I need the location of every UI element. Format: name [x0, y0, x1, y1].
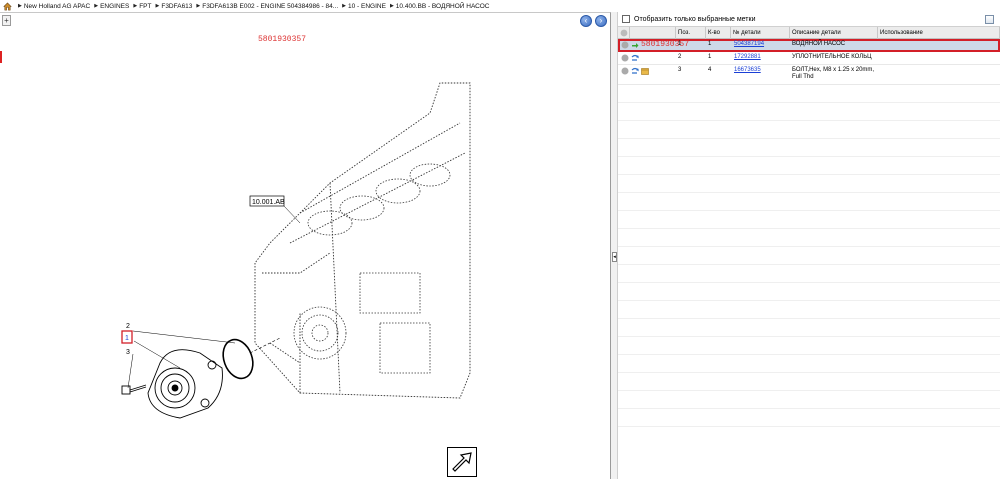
filter-bar: Отобразить только выбранные метки [618, 12, 1000, 27]
empty-row [618, 373, 1000, 391]
qty-cell: 4 [708, 67, 712, 73]
breadcrumb-item[interactable]: ▶ FPT [133, 3, 151, 10]
qty-cell: 1 [708, 41, 712, 47]
empty-row [618, 391, 1000, 409]
header-pos[interactable]: Поз. [676, 27, 706, 39]
header-icons [630, 27, 676, 39]
empty-row [618, 211, 1000, 229]
info-icon[interactable] [621, 54, 629, 62]
empty-row [618, 319, 1000, 337]
qty-cell: 1 [708, 54, 712, 60]
empty-row [618, 157, 1000, 175]
filter-label: Отобразить только выбранные метки [634, 15, 756, 23]
empty-row [618, 229, 1000, 247]
collapse-handle-icon[interactable]: ◂ [612, 252, 617, 262]
part-no-link[interactable]: 17292881 [734, 54, 761, 60]
empty-row [618, 103, 1000, 121]
home-icon[interactable] [3, 2, 12, 11]
callout-3: 3 [126, 349, 130, 356]
description-cell: УПЛОТНИТЕЛЬНОЕ КОЛЬЦ [792, 54, 872, 60]
highlight-part-number: 5801930357 [641, 40, 690, 49]
pos-cell: 3 [678, 67, 682, 73]
description-cell: ВОДЯНОЙ НАСОС [792, 41, 846, 47]
breadcrumb-label: F3DFA613B E002 - ENGINE 504384986 - 84..… [202, 2, 339, 10]
empty-row [618, 337, 1000, 355]
empty-row [618, 121, 1000, 139]
breadcrumb-label: FPT [139, 2, 152, 10]
callout-1: 1 [125, 335, 129, 342]
empty-row [618, 139, 1000, 157]
replace-arrow-icon[interactable] [631, 41, 639, 49]
empty-row [618, 85, 1000, 103]
breadcrumb-item[interactable]: ▶ F3DFA613B E002 - ENGINE 504384986 - 84.… [196, 3, 338, 10]
empty-row [618, 247, 1000, 265]
info-icon[interactable] [621, 41, 629, 49]
package-icon[interactable] [641, 67, 649, 75]
table-header: Поз. К-во № детали Описание детали Испол… [618, 27, 1000, 39]
parts-list-pane: Отобразить только выбранные метки Поз. К… [618, 12, 1000, 479]
part-no-link[interactable]: 504387194 [734, 41, 764, 47]
drawing-pane: + ‹ › 5801930357 10.001.AB 2 1 3 [0, 12, 611, 479]
breadcrumb-item[interactable]: ▶ New Holland AG APAC [18, 3, 90, 10]
breadcrumb: ▶ New Holland AG APAC ▶ ENGINES ▶ FPT ▶ F3DF… [0, 0, 1000, 12]
breadcrumb-item-current[interactable]: ▶ 10.400.BB - ВОДЯНОЙ НАСОС [390, 3, 490, 10]
header-qty[interactable]: К-во [706, 27, 731, 39]
table-row[interactable]: 2 1 17292881 УПЛОТНИТЕЛЬНОЕ КОЛЬЦ [618, 52, 1000, 65]
replace-arrow-icon[interactable] [631, 67, 639, 75]
header-description[interactable]: Описание детали [790, 27, 878, 39]
exploded-parts-drawing: 10.001.AB 2 1 3 [121, 82, 471, 419]
pos-cell: 2 [678, 54, 682, 60]
next-page-arrow-icon[interactable] [447, 447, 477, 477]
header-usage[interactable]: Использование [878, 27, 1000, 39]
show-selected-only-checkbox[interactable] [622, 15, 630, 23]
ref-box-label: 10.001.AB [252, 199, 285, 206]
replace-arrow-icon[interactable] [631, 54, 639, 62]
empty-row [618, 193, 1000, 211]
table-row[interactable]: 3 4 16673635 БОЛТ,Hex, M8 x 1.25 x 20mm,… [618, 65, 1000, 85]
header-select-icon[interactable] [618, 27, 630, 39]
breadcrumb-label: 10 - ENGINE [348, 2, 386, 10]
empty-row [618, 355, 1000, 373]
table-row[interactable]: 5801930357 1 1 504387194 ВОДЯНОЙ НАСОС [618, 39, 1000, 52]
breadcrumb-label: ENGINES [100, 2, 130, 10]
breadcrumb-label: F3DFA613 [161, 2, 193, 10]
breadcrumb-item[interactable]: ▶ 10 - ENGINE [342, 3, 386, 10]
empty-row [618, 175, 1000, 193]
pos-cell: 1 [678, 41, 682, 47]
breadcrumb-label: New Holland AG APAC [23, 2, 91, 10]
breadcrumb-item[interactable]: ▶ ENGINES [94, 3, 129, 10]
description-cell: БОЛТ,Hex, M8 x 1.25 x 20mm, Full Thd [792, 67, 875, 80]
export-icon[interactable] [985, 15, 994, 24]
breadcrumb-label: 10.400.BB - ВОДЯНОЙ НАСОС [395, 2, 490, 10]
empty-row [618, 409, 1000, 427]
pane-splitter[interactable]: ◂ [611, 12, 618, 479]
app-window: ▶ New Holland AG APAC ▶ ENGINES ▶ FPT ▶ F3DF… [0, 0, 1000, 479]
callout-2: 2 [126, 323, 130, 330]
empty-row [618, 283, 1000, 301]
header-part-no[interactable]: № детали [731, 27, 790, 39]
part-no-link[interactable]: 16673635 [734, 67, 761, 73]
empty-row [618, 301, 1000, 319]
breadcrumb-item[interactable]: ▶ F3DFA613 [155, 3, 192, 10]
info-icon[interactable] [621, 67, 629, 75]
empty-row [618, 265, 1000, 283]
parts-table: Поз. К-во № детали Описание детали Испол… [618, 27, 1000, 427]
